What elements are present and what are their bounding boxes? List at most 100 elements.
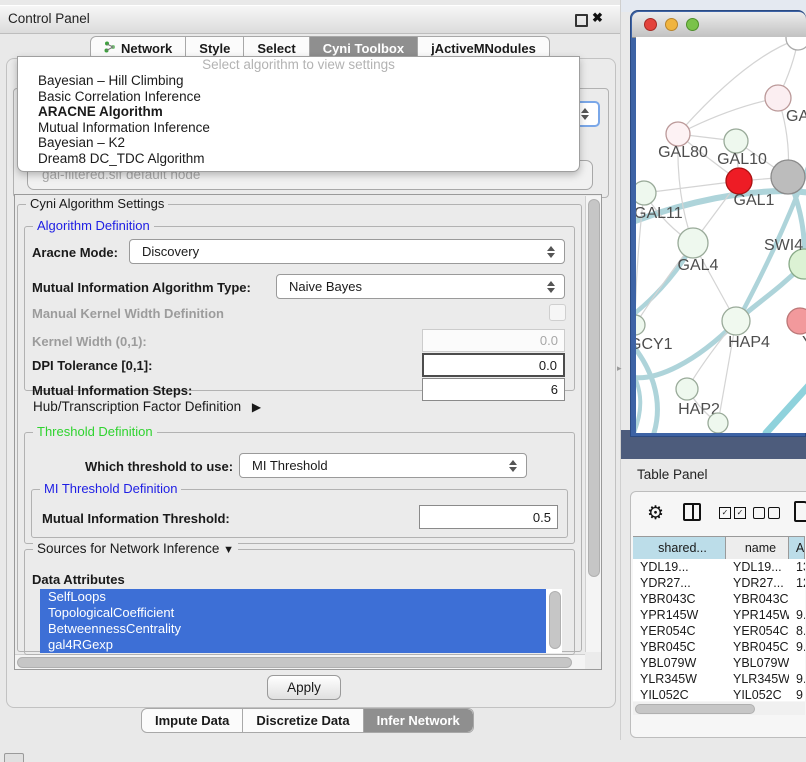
dropdown-item[interactable]: Dream8 DC_TDC Algorithm	[34, 151, 579, 167]
network-node-gal80[interactable]	[666, 122, 690, 146]
network-node-hap4[interactable]	[722, 307, 750, 335]
mi-type-combo[interactable]: Naive Bayes	[276, 274, 565, 299]
dropdown-item[interactable]: Bayesian – K2	[34, 135, 579, 151]
node-label: GAL10	[717, 151, 767, 168]
column-header-name[interactable]: name	[726, 537, 789, 559]
attributes-vscrollbar[interactable]	[546, 589, 562, 653]
dpi-tolerance-value: 0.0	[539, 358, 557, 373]
kernel-width-field[interactable]: 0.0	[422, 329, 565, 352]
which-threshold-label: Which threshold to use:	[85, 459, 233, 474]
table-cell: 13	[789, 559, 805, 575]
minimize-traffic-light[interactable]	[665, 18, 678, 31]
mi-steps-field[interactable]: 6	[422, 378, 565, 401]
table-cell	[789, 591, 805, 607]
float-icon[interactable]	[575, 14, 588, 27]
zoom-traffic-light[interactable]	[686, 18, 699, 31]
table-row[interactable]: YDL19...YDL19...13	[633, 559, 805, 575]
document-icon[interactable]	[794, 501, 806, 522]
control-panel-titlebar[interactable]: Control Panel ✖	[0, 5, 620, 34]
node-label: Y	[802, 334, 806, 351]
attribute-item[interactable]: TopologicalCoefficient	[40, 605, 562, 621]
network-window-titlebar[interactable]	[632, 12, 806, 38]
table-row[interactable]: YPR145WYPR145W9.	[633, 607, 805, 623]
table-header: shared...nameA	[633, 536, 805, 560]
table-toolbar: ⚙ ✓ ✓	[631, 492, 806, 536]
dpi-tolerance-label: DPI Tolerance [0,1]:	[32, 358, 152, 373]
mi-type-label: Mutual Information Algorithm Type:	[32, 280, 251, 295]
tab-label: Style	[199, 41, 230, 56]
table-row[interactable]: YDR27...YDR27...12	[633, 575, 805, 591]
column-header-shared...[interactable]: shared...	[633, 537, 726, 559]
tab-discretize-data[interactable]: Discretize Data	[242, 709, 362, 732]
combo-spinner-icon	[508, 460, 517, 472]
table-row[interactable]: YBR043CYBR043C	[633, 591, 805, 607]
aracne-mode-label: Aracne Mode:	[32, 245, 118, 260]
combo-spinner-icon	[546, 246, 555, 258]
network-node-gal10[interactable]	[724, 129, 748, 153]
node-label: GAL11	[636, 205, 683, 222]
network-node-gal1[interactable]	[726, 168, 752, 194]
columns-icon[interactable]	[683, 503, 701, 521]
tab-impute-data[interactable]: Impute Data	[142, 709, 242, 732]
dropdown-item[interactable]: Basic Correlation Inference	[34, 89, 579, 105]
table-cell: YER054C	[726, 623, 789, 639]
kernel-width-value: 0.0	[540, 333, 558, 348]
attribute-item[interactable]: BetweennessCentrality	[40, 621, 562, 637]
manual-kernel-checkbox[interactable]	[549, 304, 566, 321]
tab-infer-network[interactable]: Infer Network	[363, 709, 473, 732]
hub-definition-toggle[interactable]: Hub/Transcription Factor Definition ▶	[33, 399, 261, 414]
close-traffic-light[interactable]	[644, 18, 657, 31]
table-cell: YDL19...	[633, 559, 726, 575]
dpi-tolerance-field[interactable]: 0.0	[422, 353, 565, 377]
network-node-hap2[interactable]	[676, 378, 698, 400]
table-row[interactable]: YBR045CYBR045C9.	[633, 639, 805, 655]
table-row[interactable]: YER054CYER054C8.	[633, 623, 805, 639]
network-edge[interactable]	[678, 98, 778, 134]
dropdown-prompt: Select algorithm to view settings	[18, 57, 579, 73]
attribute-item[interactable]: gal4RGexp	[40, 637, 562, 653]
aracne-mode-combo[interactable]: Discovery	[129, 239, 565, 264]
network-node[interactable]	[708, 413, 728, 433]
network-edge[interactable]	[636, 264, 804, 378]
close-icon[interactable]: ✖	[592, 10, 603, 26]
settings-hscrollbar[interactable]	[15, 654, 585, 669]
node-label: GAL80	[658, 144, 708, 161]
node-label: GCY1	[636, 336, 673, 353]
attribute-item[interactable]: SelfLoops	[40, 589, 562, 605]
dropdown-item[interactable]: Mutual Information Inference	[34, 120, 579, 136]
dropdown-item[interactable]: ARACNE Algorithm	[34, 104, 579, 120]
checked-boxes-icon[interactable]: ✓ ✓	[719, 507, 746, 519]
table-cell: YBL079W	[633, 655, 726, 671]
splitter-arrow-icon[interactable]: ▸	[617, 363, 622, 374]
network-node-gcy1[interactable]	[636, 315, 645, 335]
threshold-definition-title: Threshold Definition	[33, 424, 157, 439]
tab-label: Cyni Toolbox	[323, 41, 404, 56]
table-row[interactable]: YIL052CYIL052C9	[633, 687, 805, 701]
tab-label: Network	[121, 41, 172, 56]
unchecked-boxes-icon[interactable]	[753, 507, 780, 519]
table-hscrollbar[interactable]	[633, 702, 805, 715]
tab-label: jActiveMNodules	[431, 41, 536, 56]
network-node[interactable]	[786, 37, 806, 50]
table-row[interactable]: YLR345WYLR345W9.	[633, 671, 805, 687]
minimized-window-icon[interactable]	[4, 753, 24, 762]
dropdown-item[interactable]: Bayesian – Hill Climbing	[34, 73, 579, 89]
gear-icon[interactable]: ⚙	[647, 502, 664, 525]
manual-kernel-label: Manual Kernel Width Definition	[32, 306, 224, 321]
data-attributes-list[interactable]: SelfLoopsTopologicalCoefficientBetweenne…	[40, 589, 562, 653]
network-node-gal11[interactable]	[636, 181, 656, 205]
table-cell: YDR27...	[726, 575, 789, 591]
mi-threshold-field[interactable]: 0.5	[419, 505, 558, 529]
network-edge[interactable]	[644, 181, 739, 193]
network-node-gal4[interactable]	[678, 228, 708, 258]
network-node-y[interactable]	[787, 308, 806, 334]
network-edge[interactable]	[766, 382, 806, 433]
which-threshold-combo[interactable]: MI Threshold	[239, 453, 527, 478]
network-node[interactable]	[771, 160, 805, 194]
network-canvas[interactable]: GAL2GAL80GAL10GAL1GAL11GAL4SWI4GCY1HAP4Y…	[636, 37, 806, 433]
apply-button[interactable]: Apply	[267, 675, 341, 700]
sources-title[interactable]: Sources for Network Inference ▼	[33, 541, 238, 556]
table-row[interactable]: YBL079WYBL079W	[633, 655, 805, 671]
column-header-A[interactable]: A	[789, 537, 805, 559]
settings-vscrollbar[interactable]	[585, 196, 601, 652]
